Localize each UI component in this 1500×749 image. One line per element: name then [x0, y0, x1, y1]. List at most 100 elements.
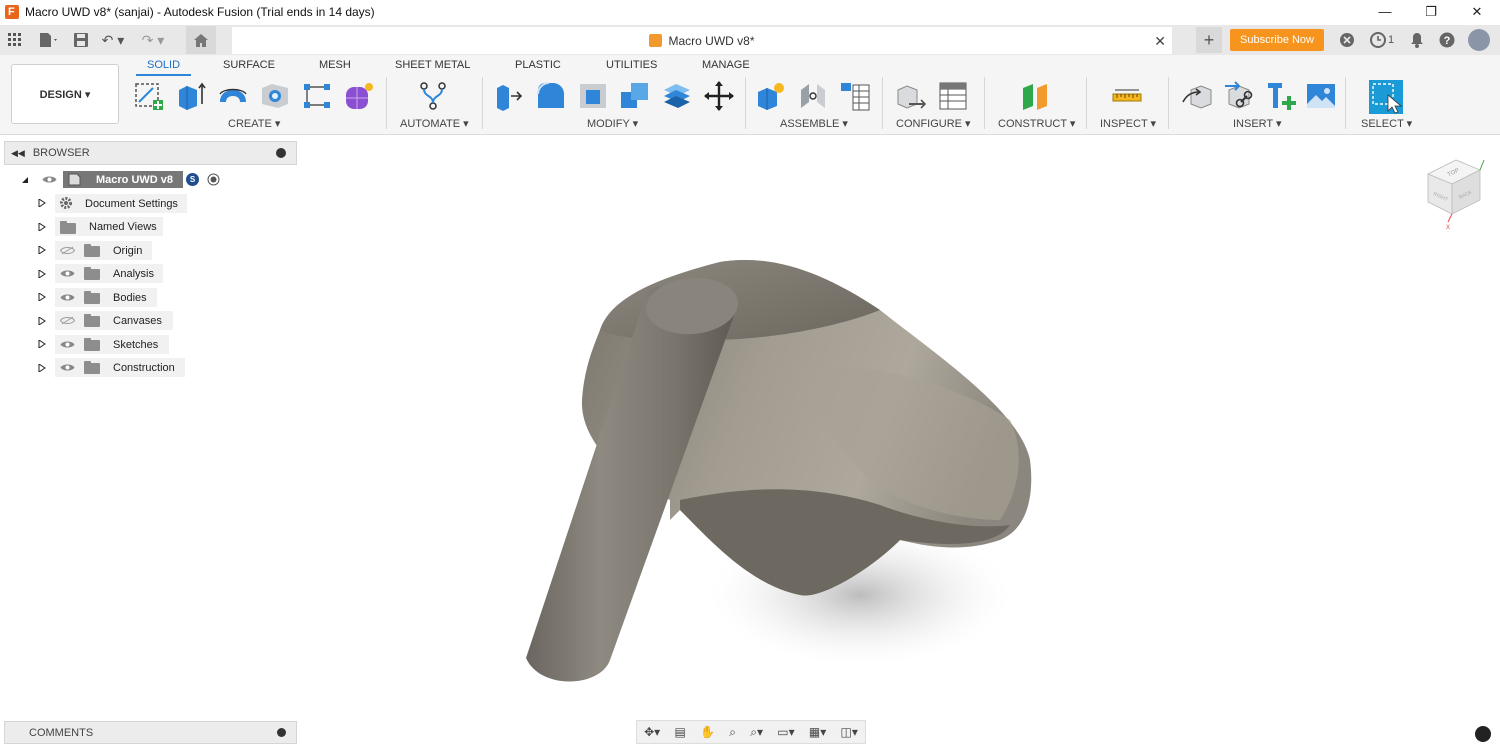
save-icon[interactable]: [68, 27, 94, 53]
measure-icon[interactable]: [1110, 79, 1144, 113]
header-right-toolbar: + Subscribe Now 1 ?: [1196, 25, 1500, 55]
create-sketch-icon[interactable]: [132, 79, 166, 113]
new-component-icon[interactable]: [754, 79, 788, 113]
insert-derive-icon[interactable]: [1180, 79, 1214, 113]
text-commands-icon[interactable]: [1475, 726, 1491, 742]
collapse-panel-icon[interactable]: ◀◀: [11, 148, 25, 159]
tab-sheet-metal[interactable]: SHEET METAL: [395, 59, 470, 71]
insert-canvas-icon[interactable]: [1304, 79, 1338, 113]
extensions-icon[interactable]: [1332, 27, 1362, 53]
document-tab[interactable]: Macro UWD v8* ✕: [232, 27, 1172, 54]
group-separator: [1345, 77, 1346, 129]
browser-options-icon[interactable]: [276, 148, 286, 158]
group-label-inspect[interactable]: INSPECT ▾: [1100, 117, 1156, 130]
insert-mcmaster-icon[interactable]: [1264, 79, 1298, 113]
comments-add-icon[interactable]: [277, 728, 286, 737]
user-avatar[interactable]: [1468, 29, 1490, 51]
move-icon[interactable]: [702, 79, 736, 113]
tab-solid[interactable]: SOLID: [147, 59, 180, 71]
fillet-icon[interactable]: [534, 79, 568, 113]
expand-triangle-icon[interactable]: [38, 364, 46, 372]
press-pull-icon[interactable]: [492, 79, 526, 113]
help-icon[interactable]: ?: [1432, 27, 1462, 53]
group-separator: [1168, 77, 1169, 129]
orbit-icon[interactable]: ✥▾: [644, 725, 660, 739]
view-cube[interactable]: TOP RIGHT BACK X: [1418, 152, 1488, 232]
expand-triangle-icon[interactable]: [38, 270, 46, 278]
offset-face-icon[interactable]: [660, 79, 694, 113]
expand-triangle-icon[interactable]: [38, 293, 46, 301]
new-tab-icon[interactable]: +: [1196, 27, 1223, 53]
joint-icon[interactable]: [796, 79, 830, 113]
shell-icon[interactable]: [576, 79, 610, 113]
restore-icon[interactable]: ❐: [1408, 0, 1454, 23]
offset-plane-icon[interactable]: [1018, 79, 1052, 113]
configure-icon[interactable]: [894, 79, 928, 113]
tree-item-label: Canvases: [113, 315, 162, 327]
notifications-icon[interactable]: [1402, 27, 1432, 53]
pattern-icon[interactable]: [300, 79, 334, 113]
visibility-eye-icon[interactable]: [60, 269, 75, 278]
visibility-eye-icon[interactable]: [60, 340, 75, 349]
expand-triangle-icon[interactable]: [38, 246, 46, 254]
close-tab-icon[interactable]: ✕: [1154, 33, 1166, 50]
shared-badge-icon[interactable]: S: [186, 173, 199, 186]
tab-manage[interactable]: MANAGE: [702, 59, 750, 71]
group-label-automate[interactable]: AUTOMATE ▾: [400, 117, 469, 130]
expand-triangle-icon[interactable]: [38, 223, 46, 231]
revolve-icon[interactable]: [216, 79, 250, 113]
group-label-create[interactable]: CREATE ▾: [228, 117, 280, 130]
redo-icon[interactable]: ↷ ▾: [140, 27, 166, 53]
expand-triangle-icon[interactable]: [21, 176, 29, 184]
expand-triangle-icon[interactable]: [38, 317, 46, 325]
select-icon[interactable]: [1368, 79, 1404, 115]
activate-radio-icon[interactable]: [207, 173, 220, 186]
tab-mesh[interactable]: MESH: [319, 59, 351, 71]
visibility-eye-icon[interactable]: [60, 363, 75, 372]
workspace-switcher[interactable]: DESIGN ▾: [11, 64, 119, 124]
app-grid-icon[interactable]: [2, 27, 28, 53]
expand-triangle-icon[interactable]: [38, 199, 46, 207]
undo-icon[interactable]: ↶ ▾: [100, 27, 126, 53]
bill-of-materials-icon[interactable]: [838, 79, 872, 113]
configuration-table-icon[interactable]: [936, 79, 970, 113]
hole-icon[interactable]: [258, 79, 292, 113]
viewports-icon[interactable]: ◫▾: [840, 725, 857, 739]
grid-settings-icon[interactable]: ▦▾: [809, 725, 826, 739]
group-label-assemble[interactable]: ASSEMBLE ▾: [780, 117, 848, 130]
tree-item-label: Analysis: [113, 268, 154, 280]
close-icon[interactable]: ✕: [1454, 0, 1500, 23]
group-label-insert[interactable]: INSERT ▾: [1233, 117, 1282, 130]
visibility-eye-icon[interactable]: [60, 293, 75, 302]
minimize-icon[interactable]: —: [1362, 0, 1408, 23]
document-cube-icon: [649, 34, 663, 47]
comments-panel[interactable]: COMMENTS: [4, 721, 297, 744]
group-label-construct[interactable]: CONSTRUCT ▾: [998, 117, 1075, 130]
group-label-configure[interactable]: CONFIGURE ▾: [896, 117, 971, 130]
visibility-hidden-icon[interactable]: [60, 316, 75, 325]
file-menu-icon[interactable]: [36, 27, 62, 53]
visibility-eye-icon[interactable]: [42, 175, 57, 184]
browser-header[interactable]: ◀◀ BROWSER: [4, 141, 297, 165]
group-label-modify[interactable]: MODIFY ▾: [587, 117, 638, 130]
expand-triangle-icon[interactable]: [38, 340, 46, 348]
insert-link-icon[interactable]: [1222, 79, 1256, 113]
tab-surface[interactable]: SURFACE: [223, 59, 275, 71]
tab-utilities[interactable]: UTILITIES: [606, 59, 657, 71]
tab-plastic[interactable]: PLASTIC: [515, 59, 561, 71]
form-icon[interactable]: [342, 79, 376, 113]
pan-icon[interactable]: ✋: [700, 725, 715, 739]
zoom-icon[interactable]: ⌕: [729, 725, 736, 740]
fit-icon[interactable]: ⌕▾: [750, 725, 763, 740]
viewport-model[interactable]: [500, 240, 1060, 700]
job-status-icon[interactable]: 1: [1362, 27, 1402, 53]
combine-icon[interactable]: [618, 79, 652, 113]
automate-icon[interactable]: [416, 79, 450, 113]
display-settings-icon[interactable]: ▭▾: [777, 725, 794, 739]
group-label-select[interactable]: SELECT ▾: [1361, 117, 1412, 130]
visibility-hidden-icon[interactable]: [60, 246, 75, 255]
look-at-icon[interactable]: ▤: [674, 725, 685, 739]
home-icon[interactable]: [186, 26, 216, 54]
subscribe-button[interactable]: Subscribe Now: [1230, 29, 1324, 51]
extrude-icon[interactable]: [174, 79, 208, 113]
